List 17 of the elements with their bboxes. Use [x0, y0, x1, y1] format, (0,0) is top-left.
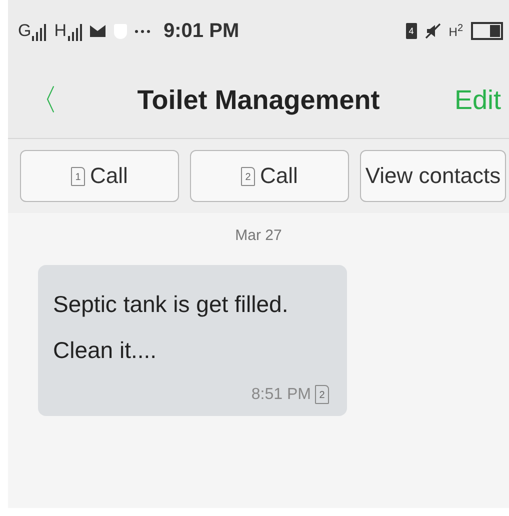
call-button[interactable]: 1 Call — [20, 150, 179, 202]
conversation-title: Toilet Management — [136, 84, 381, 116]
sim-card-icon: 1 — [71, 166, 86, 186]
message-text: Septic tank is get filled. Clean it.... — [53, 290, 290, 365]
mail-icon — [90, 25, 106, 37]
battery-icon — [471, 22, 503, 40]
status-time: 9:01 PM — [164, 20, 240, 42]
more-icon — [134, 30, 150, 32]
message-time: 8:51 PM — [251, 386, 311, 404]
mute-icon — [424, 23, 441, 39]
data-icon: H$^{2}$ — [448, 24, 463, 38]
message-date: Mar 27 — [234, 227, 283, 244]
sim-card-icon: 2 — [315, 385, 329, 404]
view-contacts-button[interactable]: View contacts — [360, 150, 506, 202]
sim-card-icon: 2 — [241, 166, 256, 186]
battery-saver-icon: 4 — [406, 23, 417, 39]
call-button[interactable]: 2 Call — [190, 150, 349, 202]
